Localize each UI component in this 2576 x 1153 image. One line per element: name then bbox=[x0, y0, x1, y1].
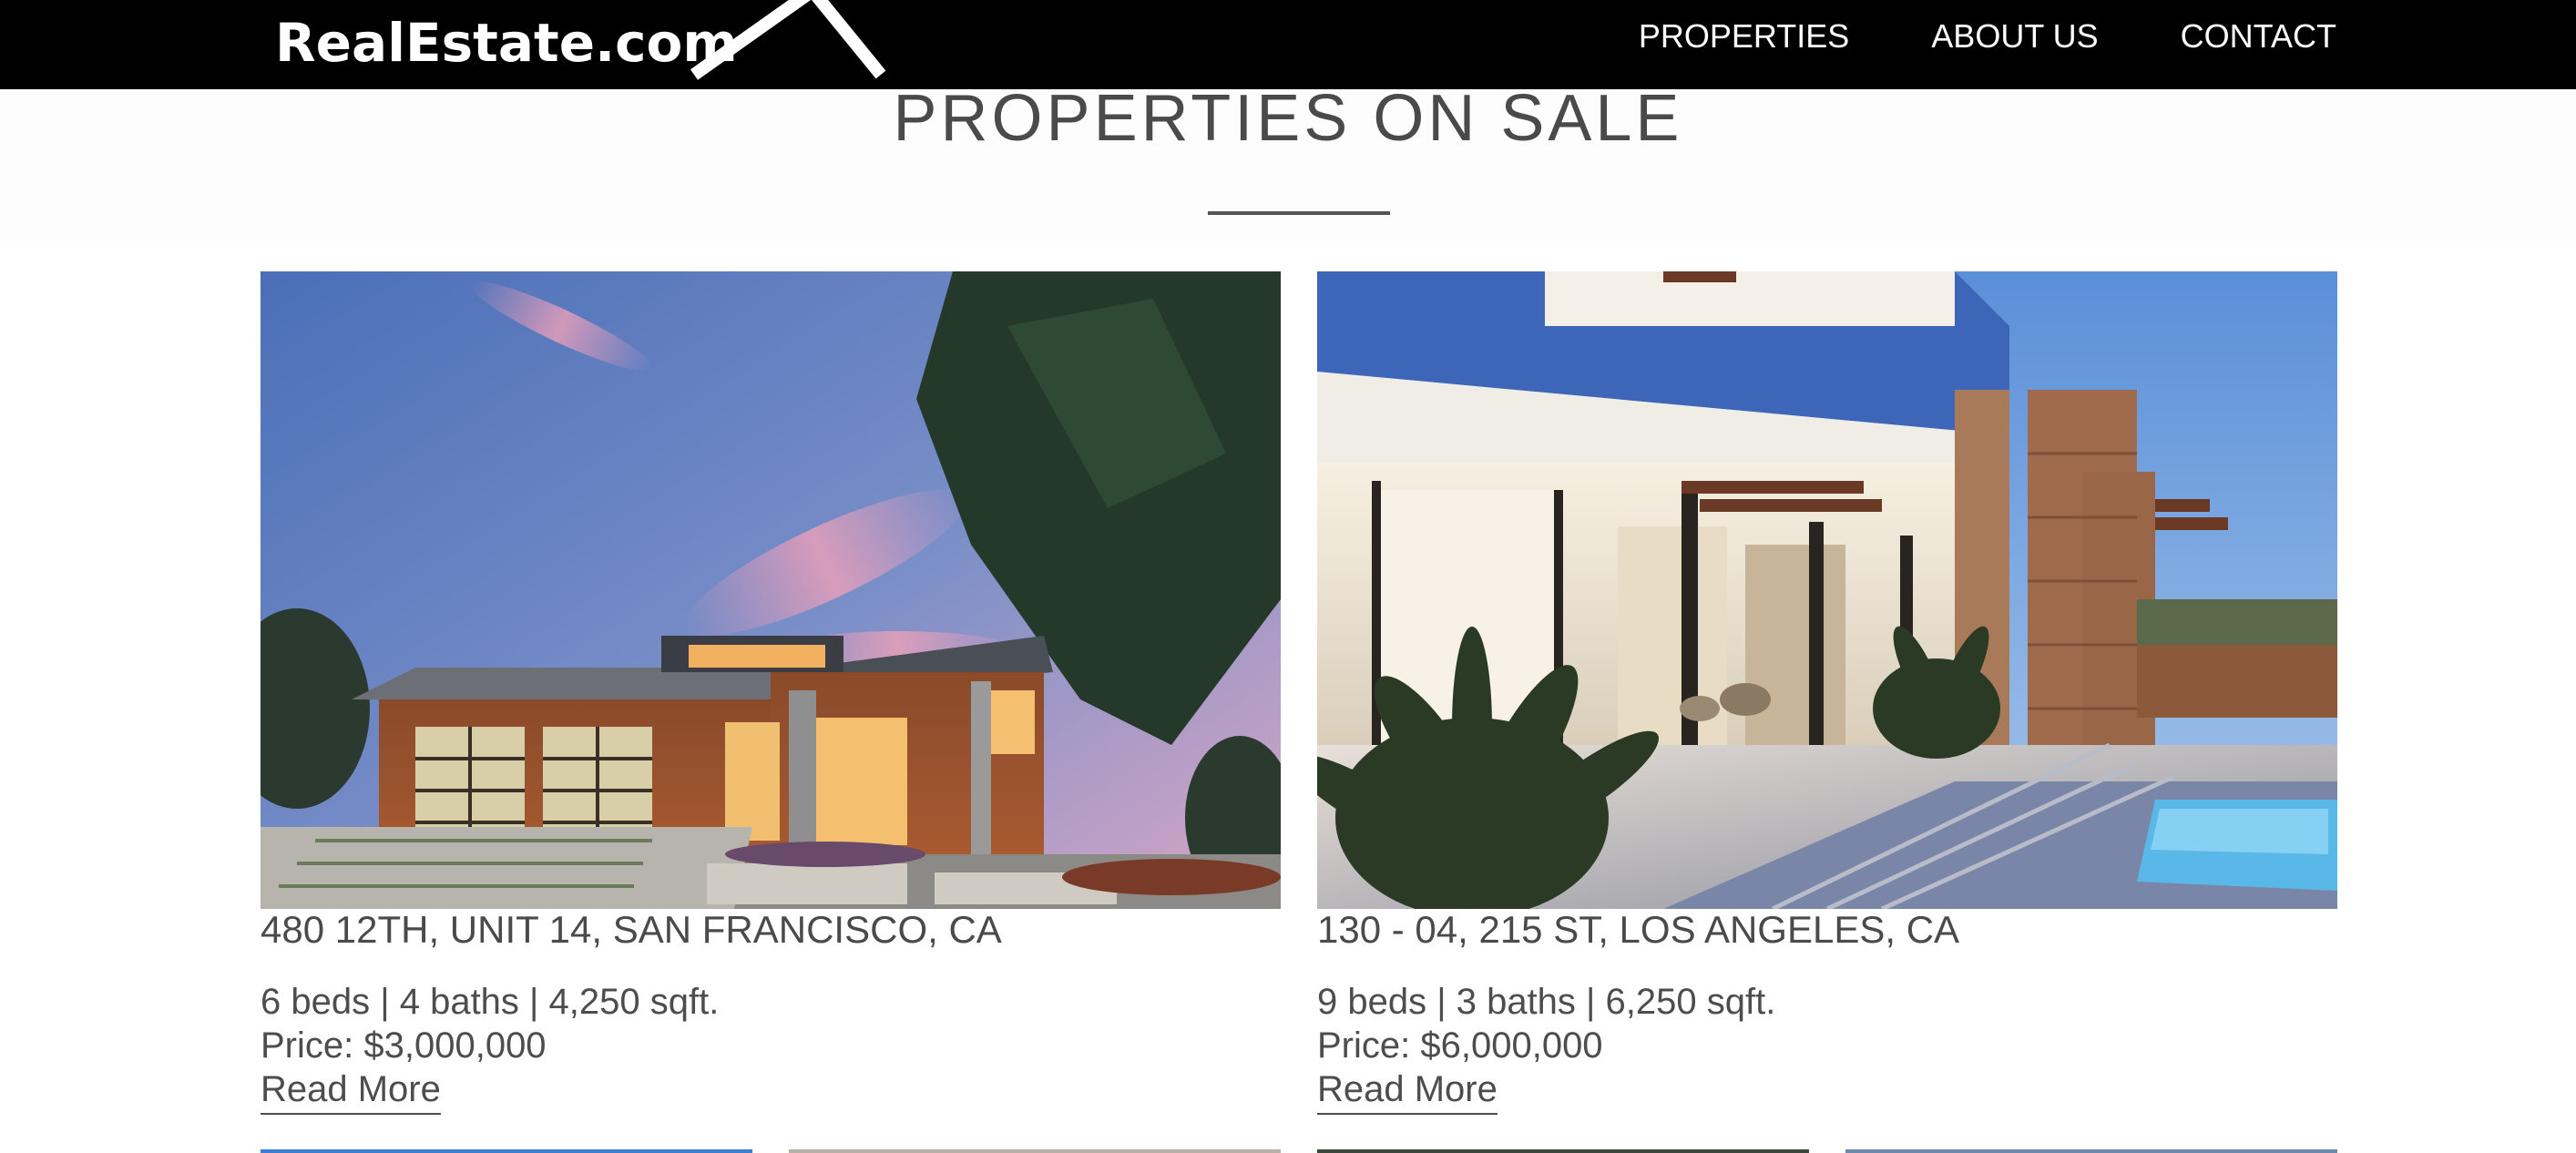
next-listing-photo[interactable] bbox=[1317, 1149, 1809, 1153]
next-listing-photo[interactable] bbox=[789, 1149, 1281, 1153]
page: RealEstate.com PROPERTIES ABOUT US CONTA… bbox=[0, 0, 2576, 1153]
property-card bbox=[1317, 271, 2337, 909]
property-card bbox=[261, 271, 1281, 909]
next-listing-photo[interactable] bbox=[261, 1149, 752, 1153]
listing-details: 6 beds | 4 baths | 4,250 sqft. bbox=[261, 982, 720, 1022]
next-listing-photo[interactable] bbox=[1845, 1149, 2337, 1153]
listing-address: 480 12TH, UNIT 14, SAN FRANCISCO, CA bbox=[261, 908, 1002, 951]
modern-house-dusk-image bbox=[261, 271, 1281, 909]
property-photo[interactable] bbox=[1317, 271, 2337, 909]
title-divider bbox=[1208, 211, 1390, 215]
page-title: PROPERTIES ON SALE bbox=[893, 82, 1683, 155]
nav-properties[interactable]: PROPERTIES bbox=[1639, 18, 1849, 55]
listing-price: Price: $6,000,000 bbox=[1317, 1025, 1603, 1066]
listing-price: Price: $3,000,000 bbox=[261, 1025, 547, 1066]
luxury-villa-pool-image bbox=[1317, 271, 2337, 909]
house-roof-icon bbox=[690, 0, 886, 80]
nav-about-us[interactable]: ABOUT US bbox=[1931, 18, 2098, 55]
read-more-link[interactable]: Read More bbox=[261, 1067, 441, 1115]
read-more-link[interactable]: Read More bbox=[1317, 1067, 1498, 1115]
top-navbar: RealEstate.com PROPERTIES ABOUT US CONTA… bbox=[0, 0, 2576, 89]
nav-contact[interactable]: CONTACT bbox=[2181, 18, 2336, 55]
logo-text: RealEstate.com bbox=[275, 12, 738, 74]
listing-address: 130 - 04, 215 ST, LOS ANGELES, CA bbox=[1317, 908, 1960, 951]
main-nav: PROPERTIES ABOUT US CONTACT bbox=[1639, 18, 2336, 55]
property-photo[interactable] bbox=[261, 271, 1281, 909]
listing-details: 9 beds | 3 baths | 6,250 sqft. bbox=[1317, 982, 1776, 1022]
